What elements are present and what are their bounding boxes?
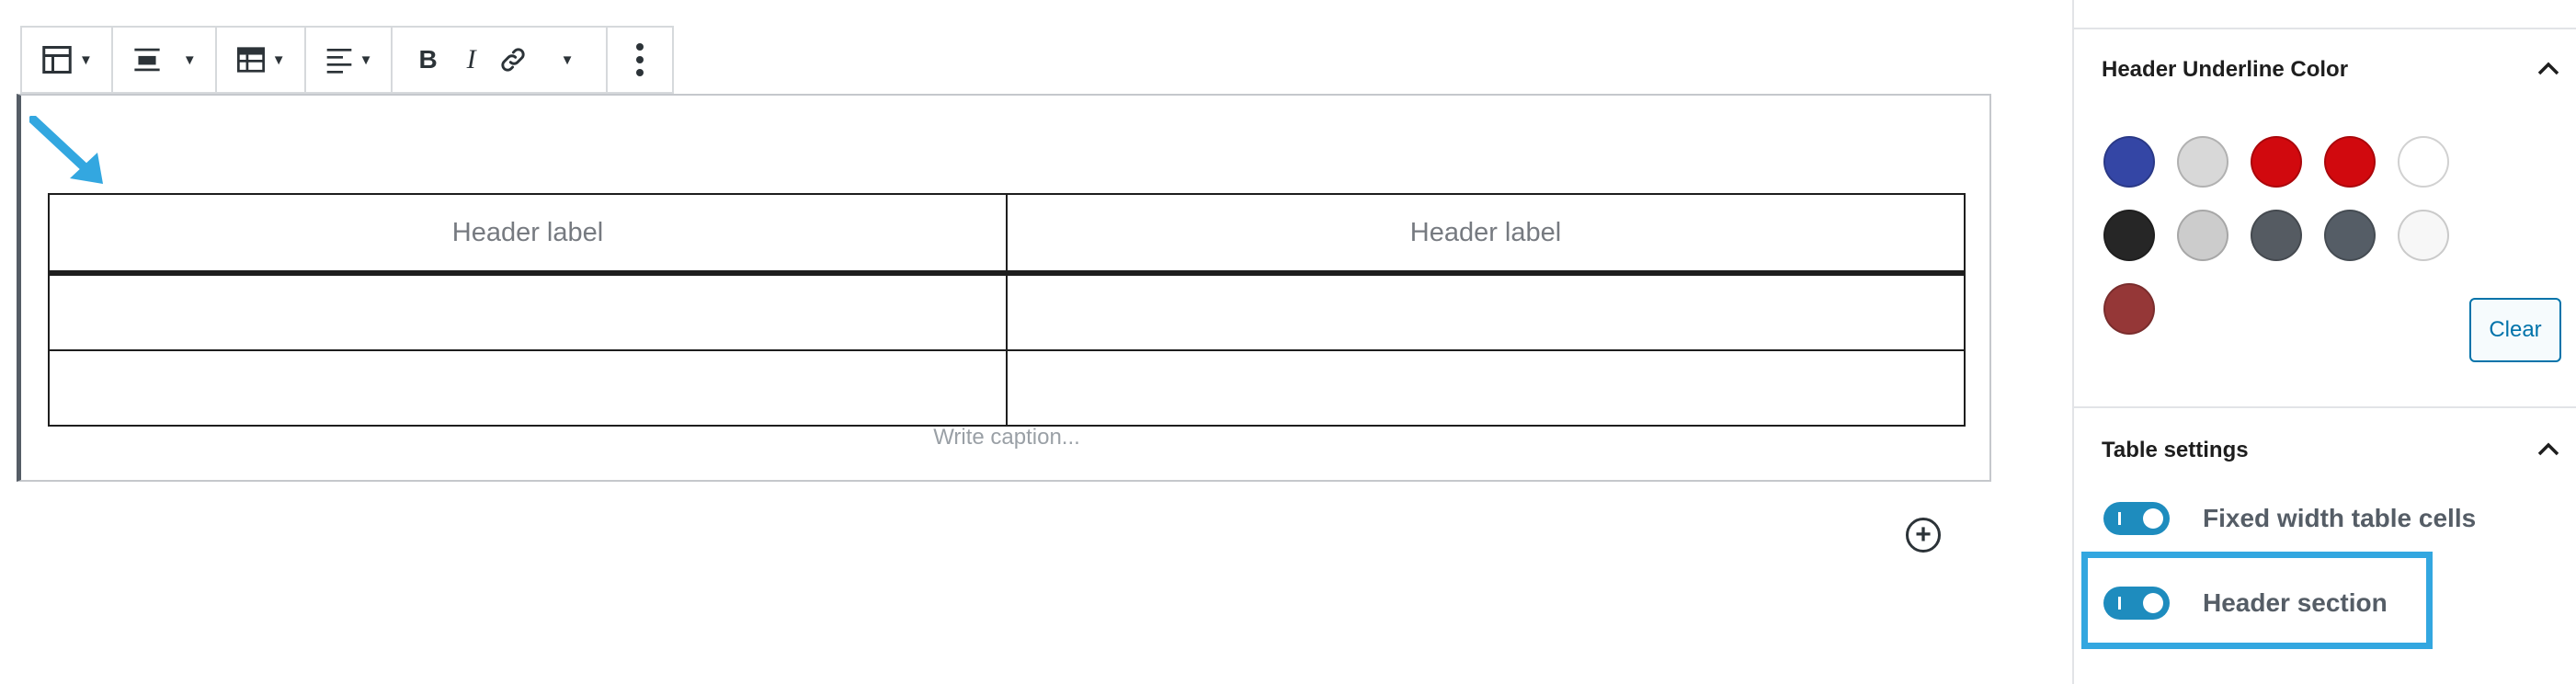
fixed-width-toggle[interactable]: [2103, 502, 2170, 535]
table-edit-icon[interactable]: ▼: [228, 28, 293, 92]
color-swatch[interactable]: [2398, 210, 2449, 261]
table-cell[interactable]: [48, 272, 1008, 351]
table-header-row: Header label Header label: [48, 193, 1966, 276]
table-icon[interactable]: ▼: [33, 28, 100, 92]
chevron-down-icon: ▼: [79, 51, 93, 68]
chevron-down-icon: ▼: [271, 51, 286, 68]
data-table: Header label Header label: [48, 193, 1966, 427]
chevron-down-icon: ▼: [182, 51, 197, 68]
toolbar-group-block-type: ▼: [22, 28, 113, 92]
table-cell[interactable]: [48, 349, 1008, 427]
link-icon[interactable]: [491, 28, 535, 92]
table-header-cell[interactable]: Header label: [1006, 193, 1966, 276]
table-settings-title[interactable]: Table settings: [2102, 438, 2249, 463]
panel-divider: [2074, 28, 2576, 29]
toolbar-group-alignment: ▼: [113, 28, 217, 92]
table-cell[interactable]: [1006, 349, 1966, 427]
more-options-icon[interactable]: [619, 28, 661, 92]
color-swatch[interactable]: [2103, 210, 2155, 261]
toolbar-group-more: [608, 28, 672, 92]
table-cell[interactable]: [1006, 272, 1966, 351]
bold-icon: B: [418, 45, 438, 74]
more-formats-dropdown[interactable]: ▼: [535, 28, 595, 92]
align-wide-icon[interactable]: [124, 28, 170, 92]
color-swatch[interactable]: [2177, 210, 2228, 261]
color-swatch[interactable]: [2251, 136, 2302, 188]
alignment-dropdown[interactable]: ▼: [170, 28, 204, 92]
block-toolbar: ▼ ▼ ▼ ▼ B I ▼: [20, 26, 674, 94]
chevron-up-icon[interactable]: [2536, 438, 2561, 464]
color-swatch[interactable]: [2398, 136, 2449, 188]
chevron-down-icon: ▼: [560, 51, 575, 68]
add-block-icon[interactable]: +: [1906, 518, 1941, 553]
italic-button[interactable]: I: [452, 28, 491, 92]
italic-icon: I: [466, 44, 476, 74]
table-row: [48, 272, 1966, 351]
caption-input[interactable]: Write caption...: [48, 425, 1966, 450]
toolbar-group-format: B I ▼: [393, 28, 608, 92]
panel-divider: [2074, 406, 2576, 408]
toolbar-group-text-align: ▼: [306, 28, 393, 92]
color-swatch[interactable]: [2103, 136, 2155, 188]
fixed-width-label: Fixed width table cells: [2203, 504, 2477, 532]
color-swatch[interactable]: [2324, 210, 2376, 261]
color-swatch[interactable]: [2251, 210, 2302, 261]
chevron-down-icon: ▼: [359, 51, 373, 68]
bold-button[interactable]: B: [404, 28, 451, 92]
color-palette: [2103, 136, 2490, 335]
highlight-box: [2081, 552, 2433, 649]
fixed-width-setting: Fixed width table cells: [2103, 502, 2476, 535]
pointer-arrow-icon: [28, 115, 107, 190]
clear-color-button[interactable]: Clear: [2469, 298, 2561, 362]
toolbar-group-table-edit: ▼: [217, 28, 306, 92]
table-row: [48, 349, 1966, 427]
color-panel-title[interactable]: Header Underline Color: [2102, 57, 2348, 83]
color-swatch[interactable]: [2177, 136, 2228, 188]
color-swatch[interactable]: [2324, 136, 2376, 188]
chevron-up-icon[interactable]: [2536, 57, 2561, 84]
color-swatch[interactable]: [2103, 283, 2155, 335]
align-left-icon[interactable]: ▼: [317, 28, 381, 92]
table-header-cell[interactable]: Header label: [48, 193, 1008, 276]
